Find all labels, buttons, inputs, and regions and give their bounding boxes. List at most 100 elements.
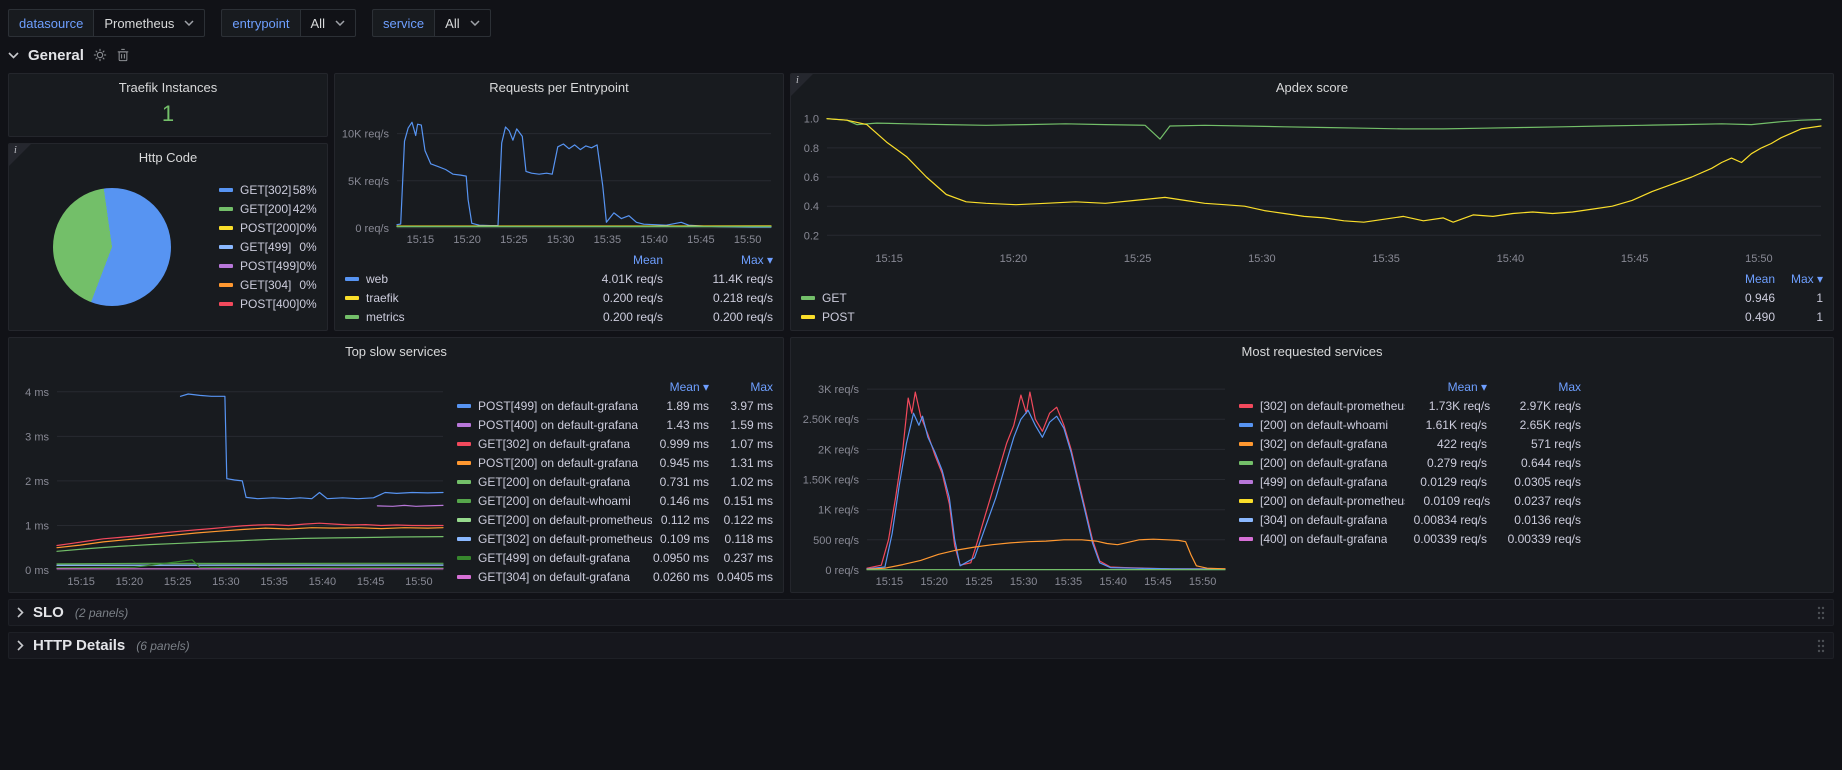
apdex-chart[interactable]: 0.20.40.60.81.015:1515:2015:2515:3015:35…: [791, 100, 1833, 267]
panel-title[interactable]: Traefik Instances: [9, 74, 327, 100]
series-name: web: [366, 272, 388, 286]
series-max: 0.0305 req/s: [1487, 475, 1581, 489]
legend-row[interactable]: POST[200] on default-grafana 0.945 ms 1.…: [457, 453, 773, 472]
variable-dropdown[interactable]: Prometheus: [93, 9, 205, 37]
legend-row[interactable]: [200] on default-whoami 1.61K req/s 2.65…: [1239, 415, 1581, 434]
series-color-swatch: [457, 423, 471, 427]
legend-row[interactable]: GET[200] on default-prometheus 0.112 ms …: [457, 510, 773, 529]
variable-dropdown[interactable]: All: [434, 9, 490, 37]
legend-row[interactable]: GET[302] on default-prometheus 0.109 ms …: [457, 529, 773, 548]
gear-icon[interactable]: [93, 48, 107, 62]
legend-row[interactable]: [302] on default-grafana 422 req/s 571 r…: [1239, 434, 1581, 453]
svg-text:15:25: 15:25: [500, 234, 528, 246]
series-percent: 0%: [299, 240, 316, 254]
legend-row[interactable]: GET[499] on default-grafana 0.0950 ms 0.…: [457, 548, 773, 567]
legend-row[interactable]: POST[200] 0%: [219, 219, 317, 238]
svg-text:15:20: 15:20: [453, 234, 481, 246]
drag-handle-icon[interactable]: [1817, 606, 1825, 620]
series-mean: 0.0260 ms: [651, 570, 709, 584]
legend-row[interactable]: GET[302] on default-grafana 0.999 ms 1.0…: [457, 434, 773, 453]
legend-row[interactable]: [200] on default-prometheus 0.0109 req/s…: [1239, 491, 1581, 510]
svg-text:15:20: 15:20: [920, 576, 948, 588]
legend-row[interactable]: POST[499] 0%: [219, 257, 317, 276]
panel-title[interactable]: Top slow services: [9, 338, 783, 364]
series-max: 2.97K req/s: [1490, 399, 1581, 413]
legend-row[interactable]: metrics 0.200 req/s 0.200 req/s: [345, 307, 773, 326]
legend-col-max[interactable]: Max ▾: [663, 253, 773, 267]
series-percent: 0%: [299, 259, 316, 273]
legend-col-max[interactable]: Max: [709, 380, 773, 394]
legend-row[interactable]: [400] on default-grafana 0.00339 req/s 0…: [1239, 529, 1581, 548]
top-slow-chart[interactable]: 0 ms1 ms2 ms3 ms4 ms15:1515:2015:2515:30…: [13, 364, 455, 590]
panel-title[interactable]: Requests per Entrypoint: [335, 74, 783, 100]
legend-row[interactable]: GET[200] on default-whoami 0.146 ms 0.15…: [457, 491, 773, 510]
requests-chart[interactable]: 0 req/s5K req/s10K req/s15:1515:2015:251…: [335, 100, 783, 248]
legend-col-mean[interactable]: Mean ▾: [1399, 380, 1487, 394]
drag-handle-icon[interactable]: [1817, 639, 1825, 653]
variable-group: datasource Prometheus: [8, 9, 205, 37]
panel-title[interactable]: Apdex score: [791, 74, 1833, 100]
panel-most-requested-services: Most requested services 0 req/s500 req/s…: [790, 337, 1834, 593]
legend-row[interactable]: GET[200] on default-grafana 0.731 ms 1.0…: [457, 472, 773, 491]
svg-text:15:35: 15:35: [260, 576, 288, 588]
legend-row[interactable]: GET[499] 0%: [219, 238, 317, 257]
legend-table: Mean Max ▾ web 4.01K req/s 11.4K req/s: [335, 248, 783, 330]
legend-col-max[interactable]: Max: [1487, 380, 1581, 394]
row-slo-header[interactable]: SLO (2 panels): [8, 599, 1834, 626]
series-color-swatch: [1239, 480, 1253, 484]
panel-grid: Traefik Instances 1 i Http Code GET[302]…: [8, 73, 1834, 593]
legend-col-mean[interactable]: Mean: [553, 253, 663, 267]
series-name: GET[304]: [240, 278, 291, 292]
legend-col-mean[interactable]: Mean: [1693, 272, 1775, 286]
legend-row[interactable]: GET[304] 0%: [219, 276, 317, 295]
svg-text:10K req/s: 10K req/s: [342, 129, 390, 141]
legend-row[interactable]: [499] on default-grafana 0.0129 req/s 0.…: [1239, 472, 1581, 491]
series-max: 1.02 ms: [709, 475, 773, 489]
variable-dropdown[interactable]: All: [300, 9, 356, 37]
series-max: 0.237 ms: [709, 551, 773, 565]
chevron-down-icon: [8, 52, 19, 59]
legend-row[interactable]: web 4.01K req/s 11.4K req/s: [345, 269, 773, 288]
row-title: General: [28, 47, 84, 64]
legend-row[interactable]: POST[400] on default-grafana 1.43 ms 1.5…: [457, 415, 773, 434]
most-requested-chart[interactable]: 0 req/s500 req/s1K req/s1.50K req/s2K re…: [795, 364, 1237, 590]
legend-row[interactable]: GET[200] 42%: [219, 200, 317, 219]
svg-text:15:35: 15:35: [594, 234, 622, 246]
svg-text:15:30: 15:30: [212, 576, 240, 588]
legend-row[interactable]: [200] on default-grafana 0.279 req/s 0.6…: [1239, 453, 1581, 472]
trash-icon[interactable]: [116, 48, 130, 62]
svg-text:1 ms: 1 ms: [25, 521, 49, 533]
row-general-header[interactable]: General: [8, 42, 1834, 68]
row-http-details-header[interactable]: HTTP Details (6 panels): [8, 632, 1834, 659]
panel-info-corner[interactable]: [9, 144, 31, 166]
http-code-pie-chart[interactable]: [53, 188, 171, 306]
legend-row[interactable]: GET 0.946 1: [801, 288, 1823, 307]
row-title: HTTP Details: [33, 637, 125, 654]
series-name: [302] on default-grafana: [1260, 437, 1387, 451]
series-max: 2.65K req/s: [1487, 418, 1581, 432]
legend-col-mean[interactable]: Mean ▾: [651, 380, 709, 394]
series-name: GET[499] on default-grafana: [478, 551, 630, 565]
svg-text:0 req/s: 0 req/s: [825, 565, 859, 577]
legend-row[interactable]: POST 0.490 1: [801, 307, 1823, 326]
svg-text:15:50: 15:50: [1745, 253, 1773, 265]
svg-text:15:40: 15:40: [640, 234, 668, 246]
series-mean: 0.731 ms: [651, 475, 709, 489]
series-max: 0.151 ms: [709, 494, 773, 508]
legend-row[interactable]: POST[499] on default-grafana 1.89 ms 3.9…: [457, 396, 773, 415]
legend-row[interactable]: GET[302] 58%: [219, 181, 317, 200]
panel-title[interactable]: Most requested services: [791, 338, 1833, 364]
legend-row[interactable]: traefik 0.200 req/s 0.218 req/s: [345, 288, 773, 307]
series-mean: 422 req/s: [1399, 437, 1487, 451]
panel-info-corner[interactable]: [791, 74, 813, 96]
legend-col-max[interactable]: Max ▾: [1775, 272, 1823, 286]
panel-title[interactable]: Http Code: [9, 144, 327, 170]
series-name: GET: [822, 291, 847, 305]
legend-row[interactable]: GET[304] on default-grafana 0.0260 ms 0.…: [457, 567, 773, 586]
legend-row[interactable]: [302] on default-prometheus 1.73K req/s …: [1239, 396, 1581, 415]
legend-row[interactable]: [304] on default-grafana 0.00834 req/s 0…: [1239, 510, 1581, 529]
legend-header: Mean Max ▾: [801, 269, 1823, 288]
svg-text:2.50K req/s: 2.50K req/s: [803, 414, 860, 426]
legend-row[interactable]: POST[400] 0%: [219, 295, 317, 314]
series-color-swatch: [1239, 404, 1253, 408]
